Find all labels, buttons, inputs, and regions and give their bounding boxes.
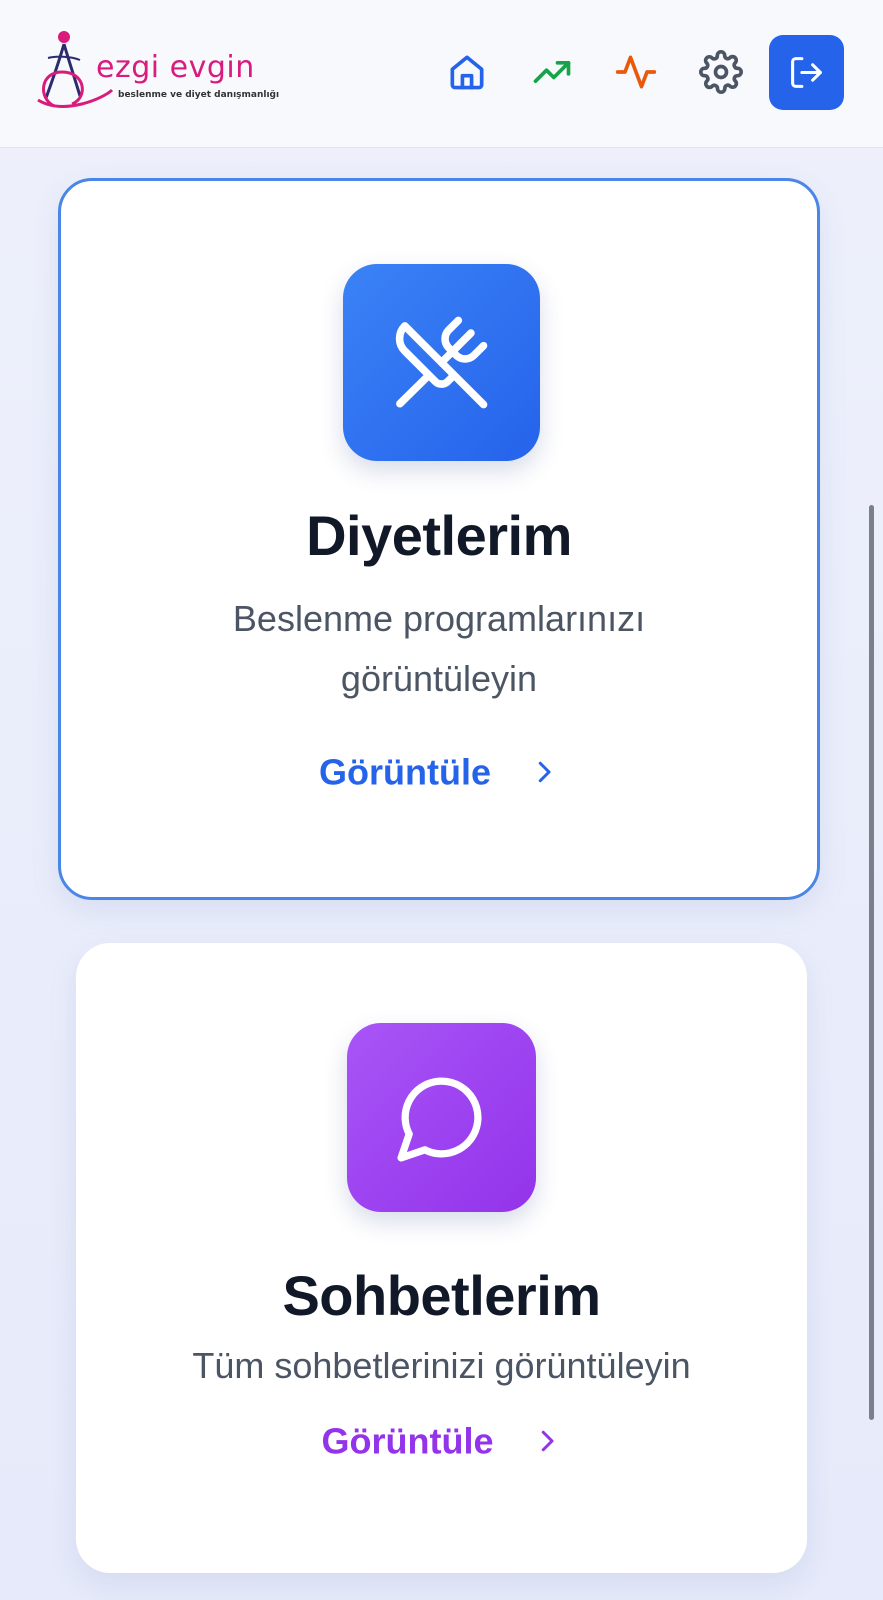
trending-up-icon[interactable] — [530, 50, 574, 94]
chats-view-link[interactable]: Görüntüle — [76, 1418, 807, 1462]
logout-icon — [791, 57, 822, 88]
diets-card[interactable]: Diyetlerim Beslenme programlarınızı görü… — [58, 178, 820, 900]
app-header: ezgi evgin beslenme ve diyet danışmanlığ… — [0, 0, 883, 148]
chevron-right-icon — [538, 762, 551, 783]
diets-view-label: Görüntüle — [319, 751, 491, 793]
diets-description: Beslenme programlarınızı görüntüleyin — [61, 589, 817, 709]
utensils-crossed-icon — [395, 316, 488, 409]
brand-tagline: beslenme ve diyet danışmanlığı — [118, 90, 280, 100]
home-icon[interactable] — [445, 50, 489, 94]
message-circle-icon — [397, 1077, 482, 1162]
diets-view-link[interactable]: Görüntüle — [61, 749, 817, 793]
chats-title: Sohbetlerim — [282, 1264, 601, 1327]
activity-icon[interactable] — [614, 50, 658, 94]
brand-name: ezgi evgin — [96, 50, 255, 85]
settings-icon[interactable] — [699, 50, 743, 94]
chats-tile — [347, 1023, 536, 1212]
logout-button[interactable] — [769, 35, 844, 110]
diets-tile — [343, 264, 540, 461]
diets-description-line2: görüntüleyin — [340, 658, 538, 699]
diets-description-line1: Beslenme programlarınızı — [232, 598, 646, 639]
diets-title: Diyetlerim — [306, 504, 572, 567]
scrollbar[interactable] — [869, 505, 874, 1420]
brand-logo[interactable]: ezgi evgin beslenme ve diyet danışmanlığ… — [34, 28, 279, 118]
chats-view-label: Görüntüle — [321, 1420, 494, 1462]
chats-description: Tüm sohbetlerinizi görüntüleyin — [192, 1345, 691, 1386]
chevron-right-icon — [541, 1431, 553, 1452]
chats-card[interactable]: Sohbetlerim Tüm sohbetlerinizi görüntüle… — [76, 943, 807, 1573]
